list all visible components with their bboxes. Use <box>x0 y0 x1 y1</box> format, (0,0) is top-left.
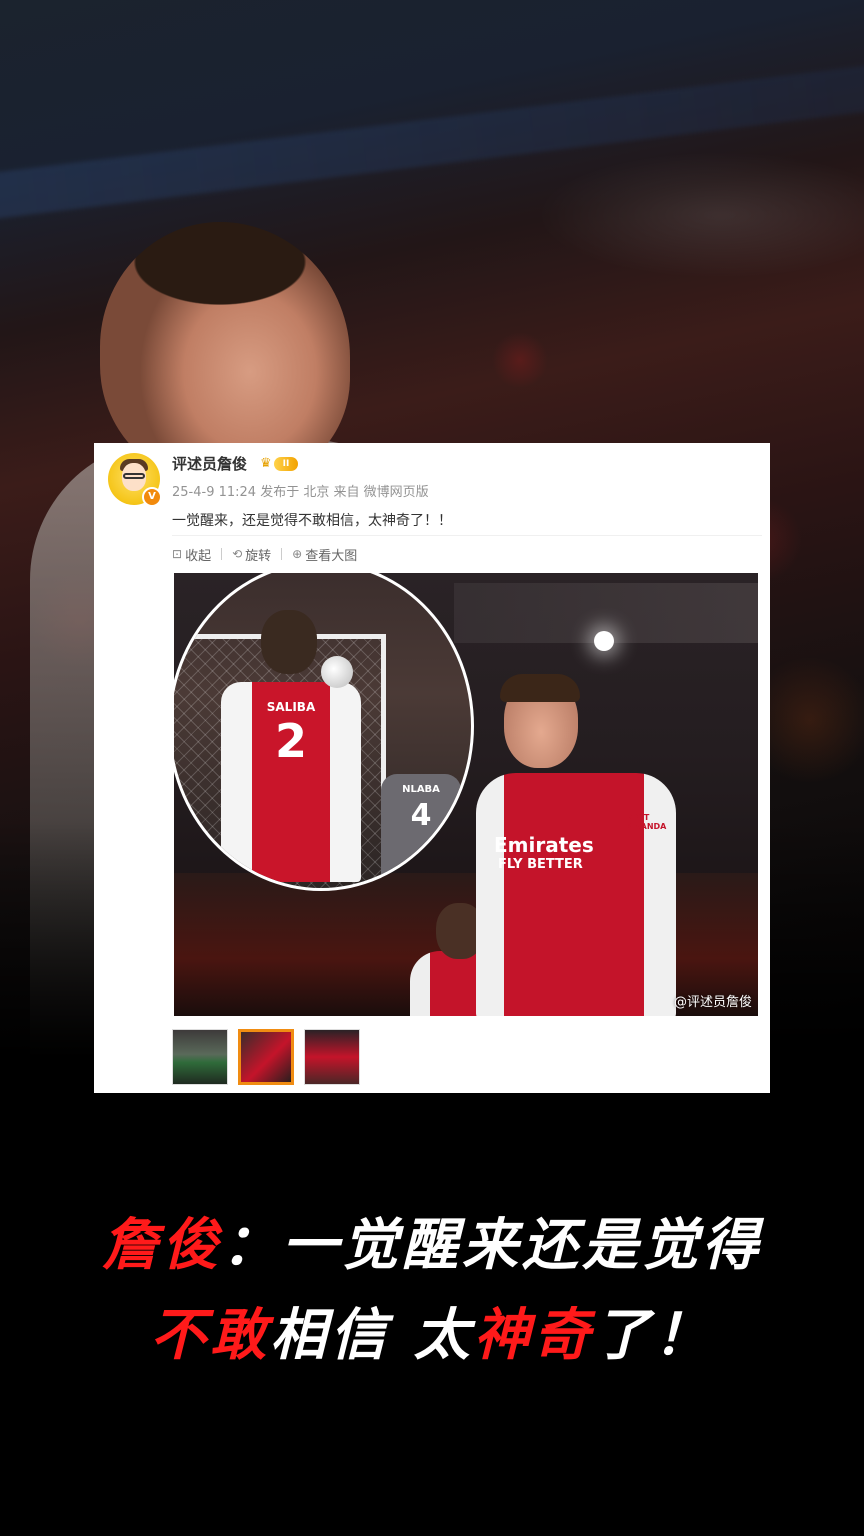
celebrating-player: Emirates FLY BETTER VISIT RWANDA <box>476 674 696 1016</box>
inset-player-head <box>261 610 317 674</box>
headline-highlight-1: 不敢 <box>150 1303 271 1368</box>
opponent-player: NLABA 4 <box>381 774 461 888</box>
member-level-badge[interactable]: II <box>274 457 298 471</box>
weibo-post-card: V 评述员詹俊 ♛ II 25-4-9 11:24 发布于 北京 来自 微博网页… <box>94 443 770 1093</box>
collapse-icon: ⊡ <box>172 547 183 561</box>
image-watermark: @评述员詹俊 <box>673 995 752 1010</box>
rotate-icon: ⟲ <box>232 547 243 561</box>
stadium-banner <box>0 59 864 223</box>
player-shirt: Emirates FLY BETTER VISIT RWANDA <box>476 773 676 1016</box>
jersey-name: SALIBA <box>266 700 316 714</box>
avatar[interactable]: V <box>108 453 162 507</box>
headline-name: 詹俊 <box>102 1213 222 1278</box>
opponent-jersey-name: NLABA <box>402 784 440 795</box>
headline-line-1: 詹俊：一觉醒来还是觉得 <box>0 1200 864 1281</box>
rotate-button[interactable]: ⟲ 旋转 <box>232 545 271 564</box>
inset-player-shirt: SALIBA 2 <box>221 682 361 882</box>
zoom-icon: ⊕ <box>292 547 303 561</box>
post-meta: 25-4-9 11:24 发布于 北京 来自 微博网页版 <box>172 485 429 500</box>
circular-inset-photo: SALIBA 2 NLABA 4 <box>174 573 474 891</box>
collapse-button[interactable]: ⊡ 收起 <box>172 545 211 564</box>
collapse-label: 收起 <box>185 548 212 564</box>
post-text: 一觉醒来，还是觉得不敢相信，太神奇了！！ <box>172 513 452 529</box>
headline-line-2: 不敢相信 太神奇了！ <box>0 1290 864 1371</box>
thumbnail-1[interactable] <box>172 1029 228 1085</box>
jersey-number: 2 <box>274 714 307 768</box>
player-hair <box>500 674 580 702</box>
headline-text-3: 了！ <box>593 1303 714 1368</box>
thumbnail-2-selected[interactable] <box>238 1029 294 1085</box>
football <box>321 656 353 688</box>
post-main-image[interactable]: SALIBA 2 NLABA 4 Emirates FLY BETTER VIS… <box>174 573 758 1016</box>
headline-text-2: 相信 太 <box>270 1303 474 1368</box>
image-toolbar: ⊡ 收起 ⟲ 旋转 ⊕ 查看大图 <box>172 539 357 569</box>
toolbar-separator <box>281 548 283 560</box>
toolbar-separator <box>221 548 223 560</box>
headline-text-1: ：一觉醒来还是觉得 <box>222 1213 762 1278</box>
username[interactable]: 评述员詹俊 <box>172 453 247 474</box>
thumbnail-3[interactable] <box>304 1029 360 1085</box>
floodlight <box>594 631 614 651</box>
thumbnail-strip <box>172 1029 360 1085</box>
avatar-glasses <box>123 473 145 479</box>
headline-highlight-2: 神奇 <box>473 1303 594 1368</box>
view-full-image-label: 查看大图 <box>305 548 358 564</box>
view-full-image-button[interactable]: ⊕ 查看大图 <box>292 545 357 564</box>
divider <box>172 535 762 536</box>
rotate-label: 旋转 <box>245 548 272 564</box>
opponent-jersey-number: 4 <box>410 798 432 833</box>
sleeve-sponsor: VISIT RWANDA <box>626 813 667 831</box>
sponsor-text: Emirates <box>494 833 594 857</box>
crown-icon: ♛ <box>260 456 272 471</box>
sponsor-tagline: FLY BETTER <box>498 857 583 872</box>
verified-badge-icon: V <box>142 487 162 507</box>
